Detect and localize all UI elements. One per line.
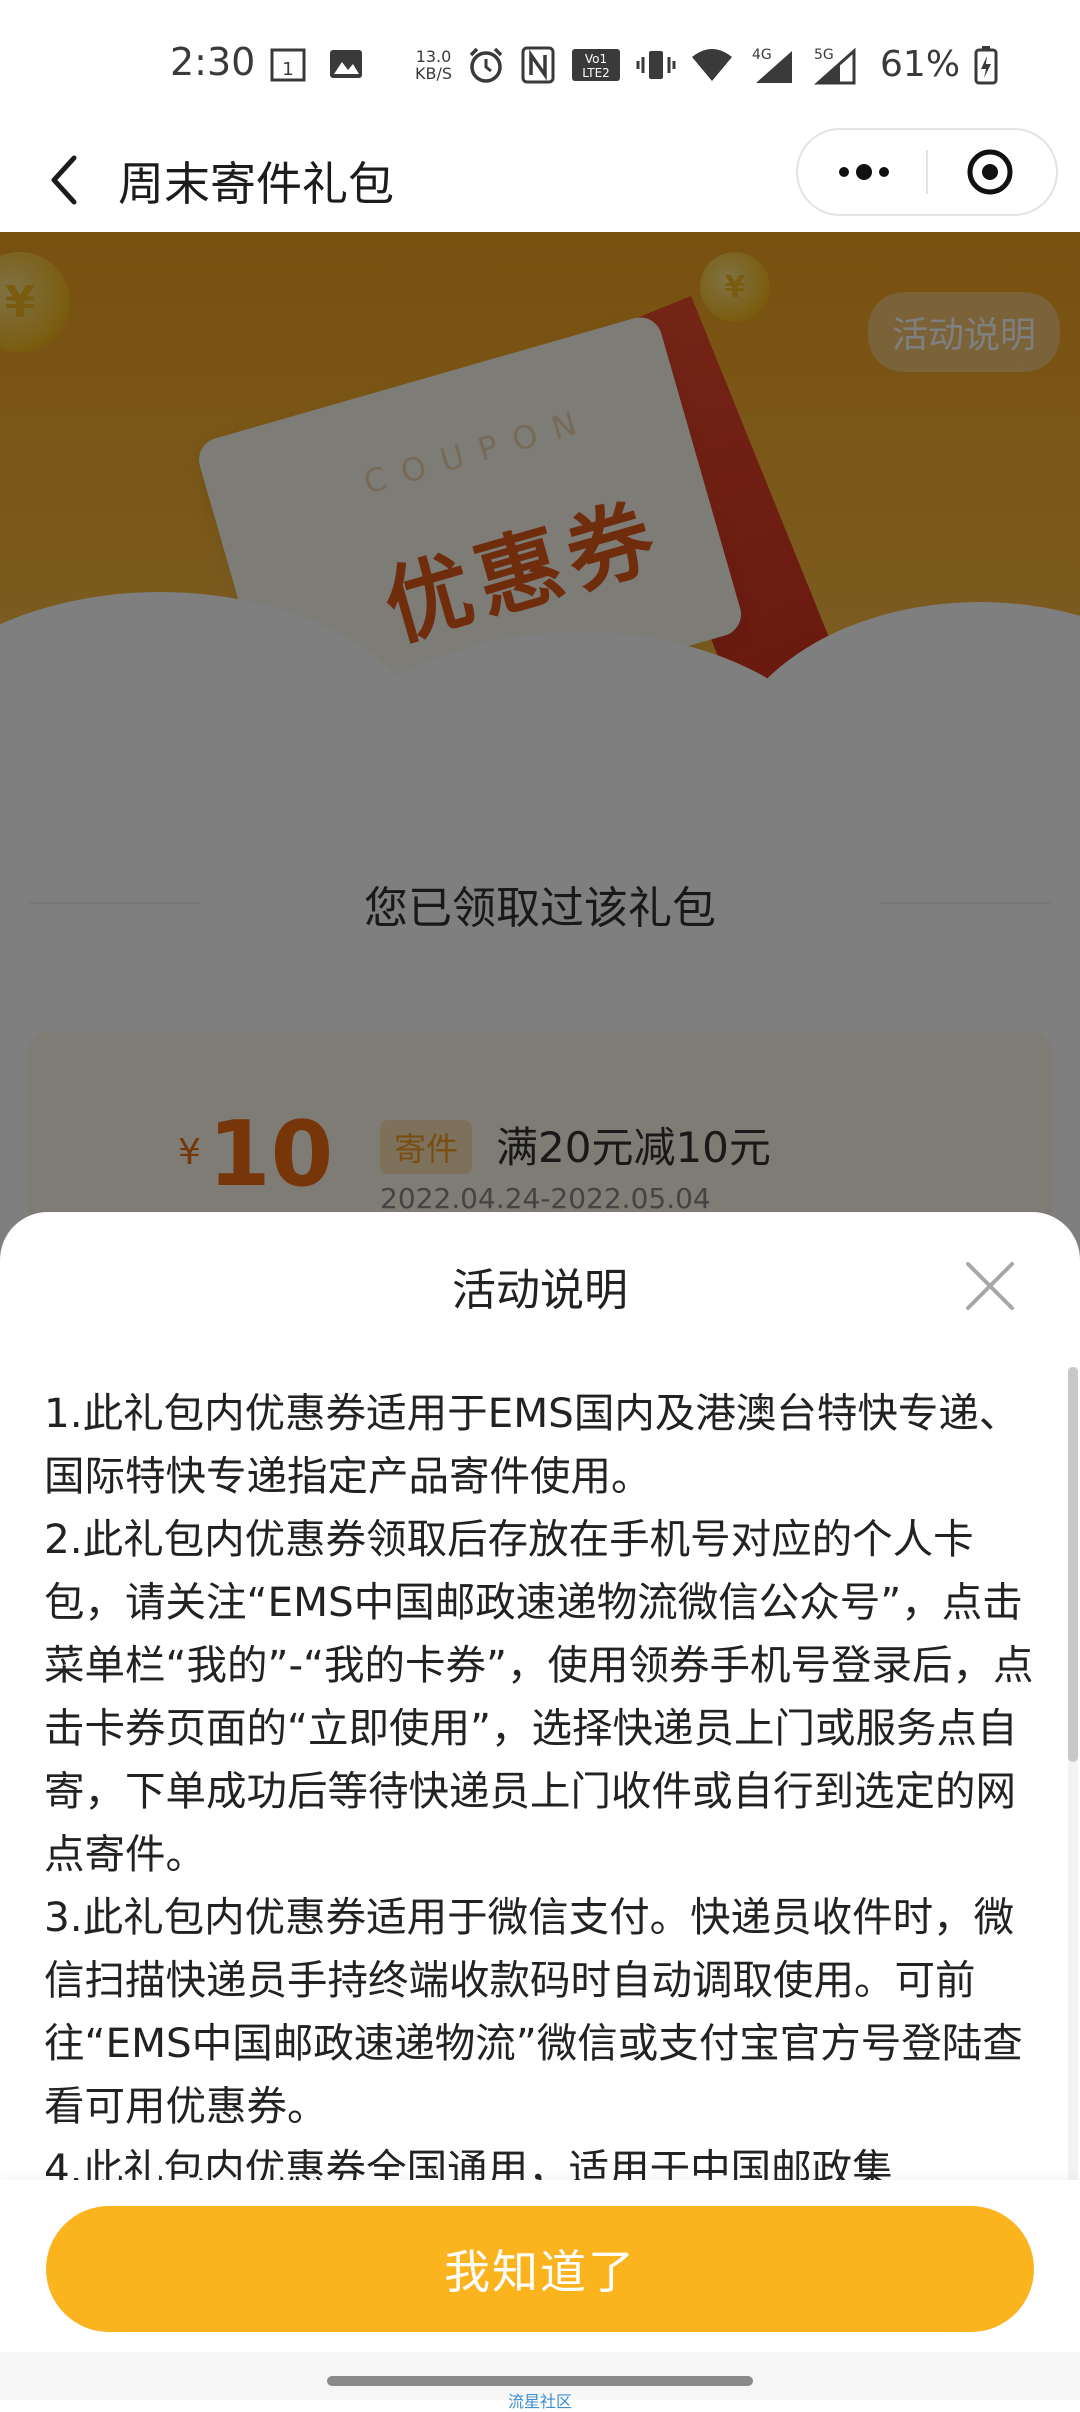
battery-charging-icon	[974, 45, 998, 84]
calendar-icon: 1	[270, 48, 306, 82]
page-title: 周末寄件礼包	[118, 157, 394, 211]
clock: 2:30	[170, 40, 256, 84]
close-icon[interactable]	[962, 1258, 1018, 1314]
capsule-divider	[926, 150, 928, 194]
battery-percent: 61%	[880, 44, 961, 85]
net-speed-unit: KB/S	[415, 63, 453, 83]
svg-text:Vo1: Vo1	[585, 52, 607, 66]
wifi-icon	[692, 48, 733, 81]
nfc-icon	[521, 46, 555, 83]
nav-header: 周末寄件礼包	[0, 128, 1080, 232]
alarm-icon	[469, 47, 503, 83]
rule-paragraph: 4.此礼包内优惠券全国通用，适用于中国邮政集	[44, 2145, 893, 2182]
rules-content[interactable]: 1.此礼包内优惠券适用于EMS国内及港澳台特快专递、国际特快专递指定产品寄件使用…	[44, 1382, 1034, 2182]
got-it-button[interactable]: 我知道了	[46, 2206, 1034, 2332]
close-miniprogram-icon[interactable]	[966, 148, 1014, 196]
net-speed: 13.0 KB/S	[415, 48, 452, 82]
network-label-4g: 4G	[752, 47, 772, 63]
watermark-text: 流星社区	[507, 2392, 572, 2411]
more-dots-icon[interactable]	[836, 156, 892, 188]
scrollbar-thumb[interactable]	[1068, 1367, 1078, 1762]
sheet-title: 活动说明	[452, 1265, 628, 1316]
svg-text:LTE2: LTE2	[582, 66, 610, 80]
notification-icons: 1	[268, 44, 366, 84]
system-icons: 13.0 KB/S Vo1 LTE2 4G 5G 61%	[415, 44, 998, 85]
mini-program-capsule	[796, 128, 1058, 216]
back-arrow-icon[interactable]	[40, 150, 96, 210]
signal-4g-icon: 4G	[752, 47, 793, 83]
network-label-5g: 5G	[814, 47, 834, 63]
home-gesture-handle[interactable]	[327, 2376, 753, 2386]
rule-paragraph: 1.此礼包内优惠券适用于EMS国内及港澳台特快专递、国际特快专递指定产品寄件使用…	[44, 1389, 1020, 1500]
net-speed-value: 13.0	[415, 46, 452, 66]
system-nav-bar: 流星社区	[0, 2352, 1080, 2411]
rule-paragraph: 3.此礼包内优惠券适用于微信支付。快递员收件时，微信扫描快递员手持终端收款码时自…	[44, 1893, 1023, 2130]
volte-icon: Vo1 LTE2	[572, 48, 621, 81]
signal-5g-icon: 5G	[814, 47, 856, 84]
status-bar: 2:30 1 13.0 KB/S Vo1 LTE2 4G 5G 61%	[0, 0, 1080, 128]
rule-paragraph: 2.此礼包内优惠券领取后存放在手机号对应的个人卡包，请关注“EMS中国邮政速递物…	[44, 1515, 1034, 1878]
svg-text:1: 1	[282, 59, 293, 80]
vibrate-icon	[636, 50, 676, 79]
image-icon	[330, 50, 362, 78]
